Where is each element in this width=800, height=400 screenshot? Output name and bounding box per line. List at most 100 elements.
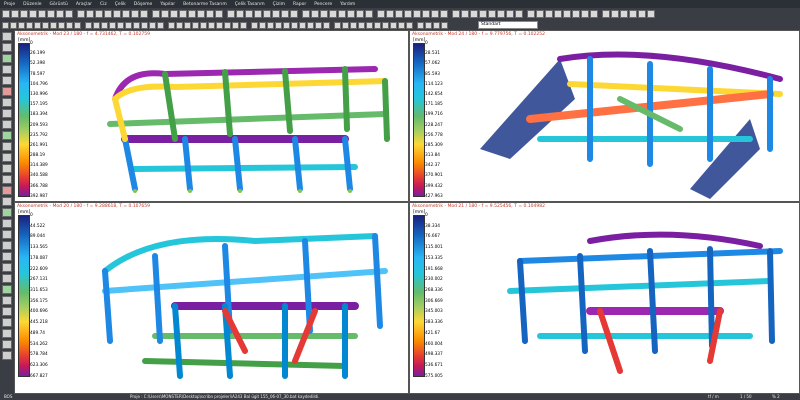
toolbar-button[interactable]	[11, 10, 19, 18]
toolbar-button[interactable]	[497, 10, 505, 18]
toolbar-button[interactable]	[131, 10, 139, 18]
toolbar-button[interactable]	[240, 21, 247, 29]
side-tool-button[interactable]	[2, 318, 12, 327]
toolbar-button[interactable]	[50, 21, 57, 29]
status-units[interactable]: tf / m	[708, 394, 719, 400]
toolbar-button[interactable]	[157, 21, 164, 29]
toolbar-button[interactable]	[620, 10, 628, 18]
side-tool-button[interactable]	[2, 197, 12, 206]
toolbar-button[interactable]	[259, 21, 266, 29]
side-tool-button[interactable]	[2, 87, 12, 96]
toolbar-button[interactable]	[192, 21, 199, 29]
toolbar-button[interactable]	[65, 10, 73, 18]
toolbar-button[interactable]	[161, 10, 169, 18]
toolbar-button[interactable]	[302, 10, 310, 18]
menu-celik-tasarim[interactable]: Çelik Tasarım	[235, 2, 265, 7]
toolbar-button[interactable]	[470, 10, 478, 18]
toolbar-button[interactable]	[245, 10, 253, 18]
toolbar-button[interactable]	[638, 10, 646, 18]
toolbar-button[interactable]	[629, 10, 637, 18]
toolbar-button[interactable]	[29, 10, 37, 18]
toolbar-button[interactable]	[215, 10, 223, 18]
toolbar-button[interactable]	[208, 21, 215, 29]
toolbar-button[interactable]	[216, 21, 223, 29]
toolbar-button[interactable]	[281, 10, 289, 18]
toolbar-button[interactable]	[479, 10, 487, 18]
side-tool-button[interactable]	[2, 351, 12, 360]
toolbar-button[interactable]	[263, 10, 271, 18]
side-tool-button[interactable]	[2, 120, 12, 129]
menu-pencere[interactable]: Pencere	[314, 2, 332, 7]
toolbar-button[interactable]	[152, 10, 160, 18]
toolbar-button[interactable]	[307, 21, 314, 29]
toolbar-button[interactable]	[647, 10, 655, 18]
toolbar-button[interactable]	[506, 10, 514, 18]
side-tool-button[interactable]	[2, 285, 12, 294]
toolbar-button[interactable]	[590, 10, 598, 18]
toolbar-button[interactable]	[184, 21, 191, 29]
toolbar-button[interactable]	[431, 10, 439, 18]
menu-doseme[interactable]: Döşeme	[134, 2, 152, 7]
toolbar-button[interactable]	[122, 10, 130, 18]
toolbar-button[interactable]	[113, 10, 121, 18]
toolbar-button[interactable]	[611, 10, 619, 18]
toolbar-button[interactable]	[347, 10, 355, 18]
menu-rapor[interactable]: Rapor	[293, 2, 306, 7]
toolbar-button[interactable]	[417, 21, 424, 29]
side-tool-button[interactable]	[2, 153, 12, 162]
toolbar-button[interactable]	[56, 10, 64, 18]
toolbar-button[interactable]	[26, 21, 33, 29]
viewport-mode-24[interactable]: Aksonometrik - Mod 24 / 180 - f = 9.7797…	[409, 30, 800, 202]
toolbar-button[interactable]	[141, 21, 148, 29]
toolbar-button[interactable]	[77, 10, 85, 18]
toolbar-button[interactable]	[461, 10, 469, 18]
toolbar-button[interactable]	[2, 10, 10, 18]
menu-duzenle[interactable]: Düzenle	[23, 2, 41, 7]
side-tool-button[interactable]	[2, 43, 12, 52]
toolbar-button[interactable]	[140, 10, 148, 18]
toolbar-button[interactable]	[117, 21, 124, 29]
toolbar-button[interactable]	[581, 10, 589, 18]
toolbar-button[interactable]	[283, 21, 290, 29]
toolbar-button[interactable]	[329, 10, 337, 18]
toolbar-button[interactable]	[395, 10, 403, 18]
status-scale[interactable]: 1 / 50	[740, 394, 752, 400]
toolbar-button[interactable]	[267, 21, 274, 29]
side-tool-button[interactable]	[2, 186, 12, 195]
toolbar-button[interactable]	[323, 21, 330, 29]
toolbar-button[interactable]	[133, 21, 140, 29]
toolbar-button[interactable]	[95, 10, 103, 18]
toolbar-button[interactable]	[545, 10, 553, 18]
toolbar-button[interactable]	[382, 21, 389, 29]
toolbar-button[interactable]	[433, 21, 440, 29]
toolbar-button[interactable]	[350, 21, 357, 29]
toolbar-button[interactable]	[2, 21, 9, 29]
toolbar-button[interactable]	[452, 10, 460, 18]
toolbar-button[interactable]	[168, 21, 175, 29]
toolbar-button[interactable]	[356, 10, 364, 18]
side-tool-button[interactable]	[2, 109, 12, 118]
toolbar-button[interactable]	[365, 10, 373, 18]
toolbar-button[interactable]	[275, 21, 282, 29]
side-tool-button[interactable]	[2, 219, 12, 228]
toolbar-button[interactable]	[47, 10, 55, 18]
side-tool-button[interactable]	[2, 65, 12, 74]
toolbar-button[interactable]	[488, 10, 496, 18]
toolbar-button[interactable]	[149, 21, 156, 29]
side-tool-button[interactable]	[2, 340, 12, 349]
toolbar-button[interactable]	[440, 10, 448, 18]
side-tool-button[interactable]	[2, 142, 12, 151]
toolbar-button[interactable]	[104, 10, 112, 18]
toolbar-button[interactable]	[232, 21, 239, 29]
toolbar-button[interactable]	[290, 10, 298, 18]
toolbar-button[interactable]	[86, 10, 94, 18]
toolbar-button[interactable]	[334, 21, 341, 29]
toolbar-button[interactable]	[93, 21, 100, 29]
toolbar-button[interactable]	[254, 10, 262, 18]
side-tool-button[interactable]	[2, 164, 12, 173]
toolbar-button[interactable]	[10, 21, 17, 29]
toolbar-button[interactable]	[515, 10, 523, 18]
side-tool-button[interactable]	[2, 230, 12, 239]
toolbar-button[interactable]	[18, 21, 25, 29]
menu-betonarme-tasarim[interactable]: Betonarme Tasarım	[183, 2, 227, 7]
